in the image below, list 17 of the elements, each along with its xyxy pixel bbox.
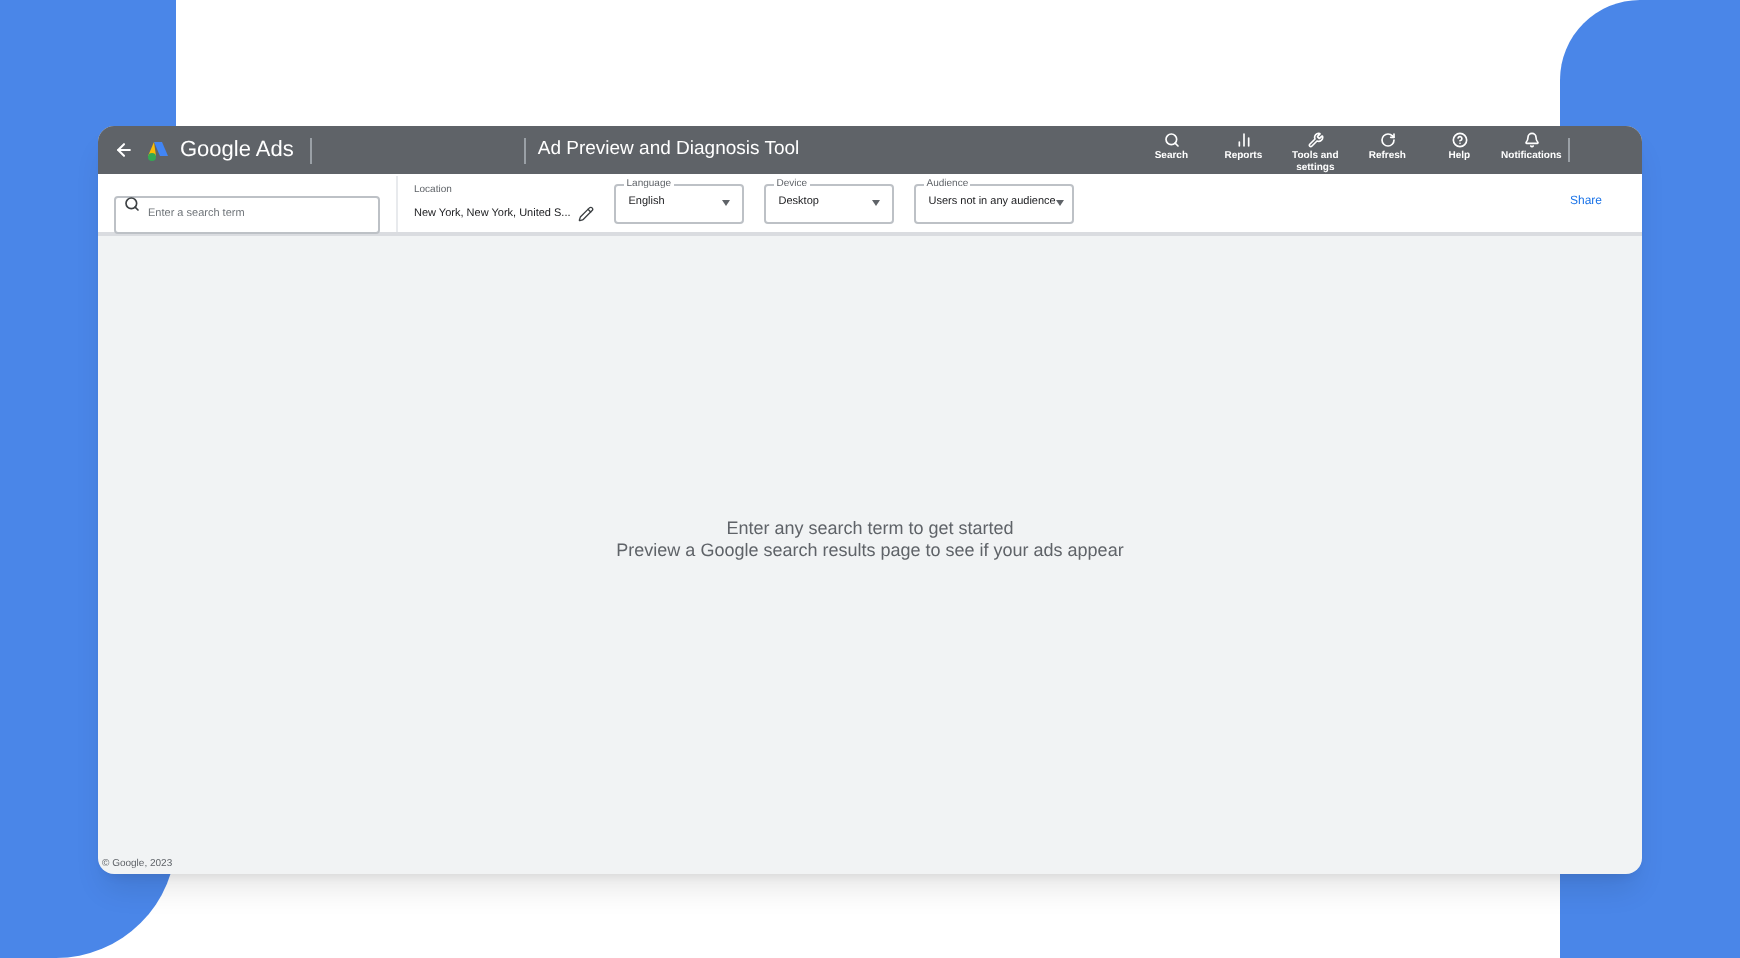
empty-state-subtitle: Preview a Google search results page to see if your ads appear <box>616 540 1124 563</box>
bell-icon <box>1523 131 1540 147</box>
app-name: Google Ads <box>180 135 294 166</box>
logo-icon <box>146 139 170 161</box>
caret-icon <box>872 200 881 206</box>
empty-state-title: Enter any search term to get started <box>726 518 1014 541</box>
chart-icon <box>1235 131 1252 147</box>
wrench-icon <box>1307 131 1324 147</box>
search-icon <box>1163 131 1180 147</box>
back-icon[interactable] <box>114 140 134 160</box>
search-icon <box>124 195 140 211</box>
refresh-icon <box>1379 131 1396 147</box>
caret-icon <box>1055 200 1064 206</box>
tool-title: Ad Preview and Diagnosis Tool <box>537 135 800 164</box>
edit-icon[interactable] <box>578 205 595 222</box>
help-icon <box>1451 131 1468 147</box>
caret-icon <box>722 200 731 206</box>
